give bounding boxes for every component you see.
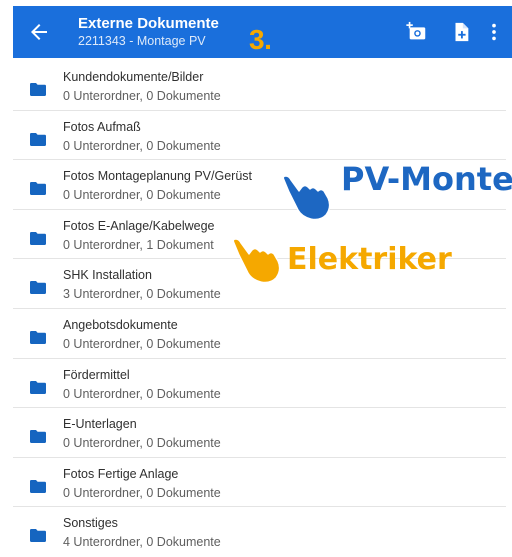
folder-icon [30, 132, 46, 146]
add-photo-icon[interactable] [406, 21, 428, 43]
folder-meta: 0 Unterordner, 0 Dokumente [63, 386, 221, 401]
folder-name: Fotos Aufmaß [63, 119, 141, 134]
step-annotation: 3. [249, 24, 272, 55]
folder-meta: 0 Unterordner, 1 Dokument [63, 237, 214, 252]
folder-icon [30, 330, 46, 344]
folder-icon [30, 380, 46, 394]
folder-name: SHK Installation [63, 268, 152, 283]
folder-row[interactable]: Fotos Fertige Anlage 0 Unterordner, 0 Do… [13, 458, 506, 508]
folder-name: Fotos Fertige Anlage [63, 466, 179, 481]
folder-row[interactable]: Fotos Aufmaß 0 Unterordner, 0 Dokumente [13, 111, 506, 161]
folder-meta: 0 Unterordner, 0 Dokumente [63, 138, 221, 153]
arrow-left-icon[interactable] [27, 20, 51, 44]
pointing-hand-icon [232, 238, 281, 284]
folder-name: Fotos Montageplanung PV/Gerüst [63, 169, 253, 184]
app-bar: Externe Dokumente 2211343 - Montage PV 3… [13, 6, 512, 58]
folder-meta: 0 Unterordner, 0 Dokumente [63, 336, 221, 351]
folder-meta: 0 Unterordner, 0 Dokumente [63, 485, 221, 500]
folder-name: E-Unterlagen [63, 417, 137, 432]
elektriker-annotation: Elektriker [287, 242, 452, 277]
folder-meta: 0 Unterordner, 0 Dokumente [63, 89, 221, 103]
folder-icon [30, 231, 46, 245]
folder-row[interactable]: Angebotsdokumente 0 Unterordner, 0 Dokum… [13, 309, 506, 359]
folder-name: Fotos E-Anlage/Kabelwege [63, 218, 215, 233]
folder-meta: 0 Unterordner, 0 Dokumente [63, 436, 221, 451]
folder-row[interactable]: Sonstiges 4 Unterordner, 0 Dokumente [13, 507, 506, 557]
folder-meta: 0 Unterordner, 0 Dokumente [63, 188, 221, 203]
folder-name: Angebotsdokumente [63, 317, 178, 332]
folder-row[interactable]: Fördermittel 0 Unterordner, 0 Dokumente [13, 359, 506, 409]
page-subtitle: 2211343 - Montage PV [78, 34, 206, 48]
more-vertical-icon[interactable] [483, 21, 505, 43]
folder-icon [30, 430, 46, 444]
folder-icon [30, 182, 46, 196]
folder-row[interactable]: Kundendokumente/Bilder 0 Unterordner, 0 … [13, 61, 506, 111]
folder-list: Kundendokumente/Bilder 0 Unterordner, 0 … [13, 61, 506, 557]
folder-icon [30, 479, 46, 493]
folder-icon [30, 529, 46, 543]
add-document-icon[interactable] [450, 21, 472, 43]
folder-name: Kundendokumente/Bilder [63, 70, 204, 84]
folder-meta: 4 Unterordner, 0 Dokumente [63, 535, 221, 550]
folder-meta: 3 Unterordner, 0 Dokumente [63, 287, 221, 302]
folder-icon [30, 83, 46, 96]
folder-name: Sonstiges [63, 516, 118, 531]
pointing-hand-icon [282, 175, 331, 221]
folder-name: Fördermittel [63, 367, 130, 382]
title-block: Externe Dokumente 2211343 - Montage PV [78, 15, 219, 50]
folder-row[interactable]: E-Unterlagen 0 Unterordner, 0 Dokumente [13, 408, 506, 458]
folder-icon [30, 281, 46, 295]
pv-monteur-annotation: PV-Monte [341, 163, 512, 195]
page-title: Externe Dokumente [78, 15, 219, 32]
